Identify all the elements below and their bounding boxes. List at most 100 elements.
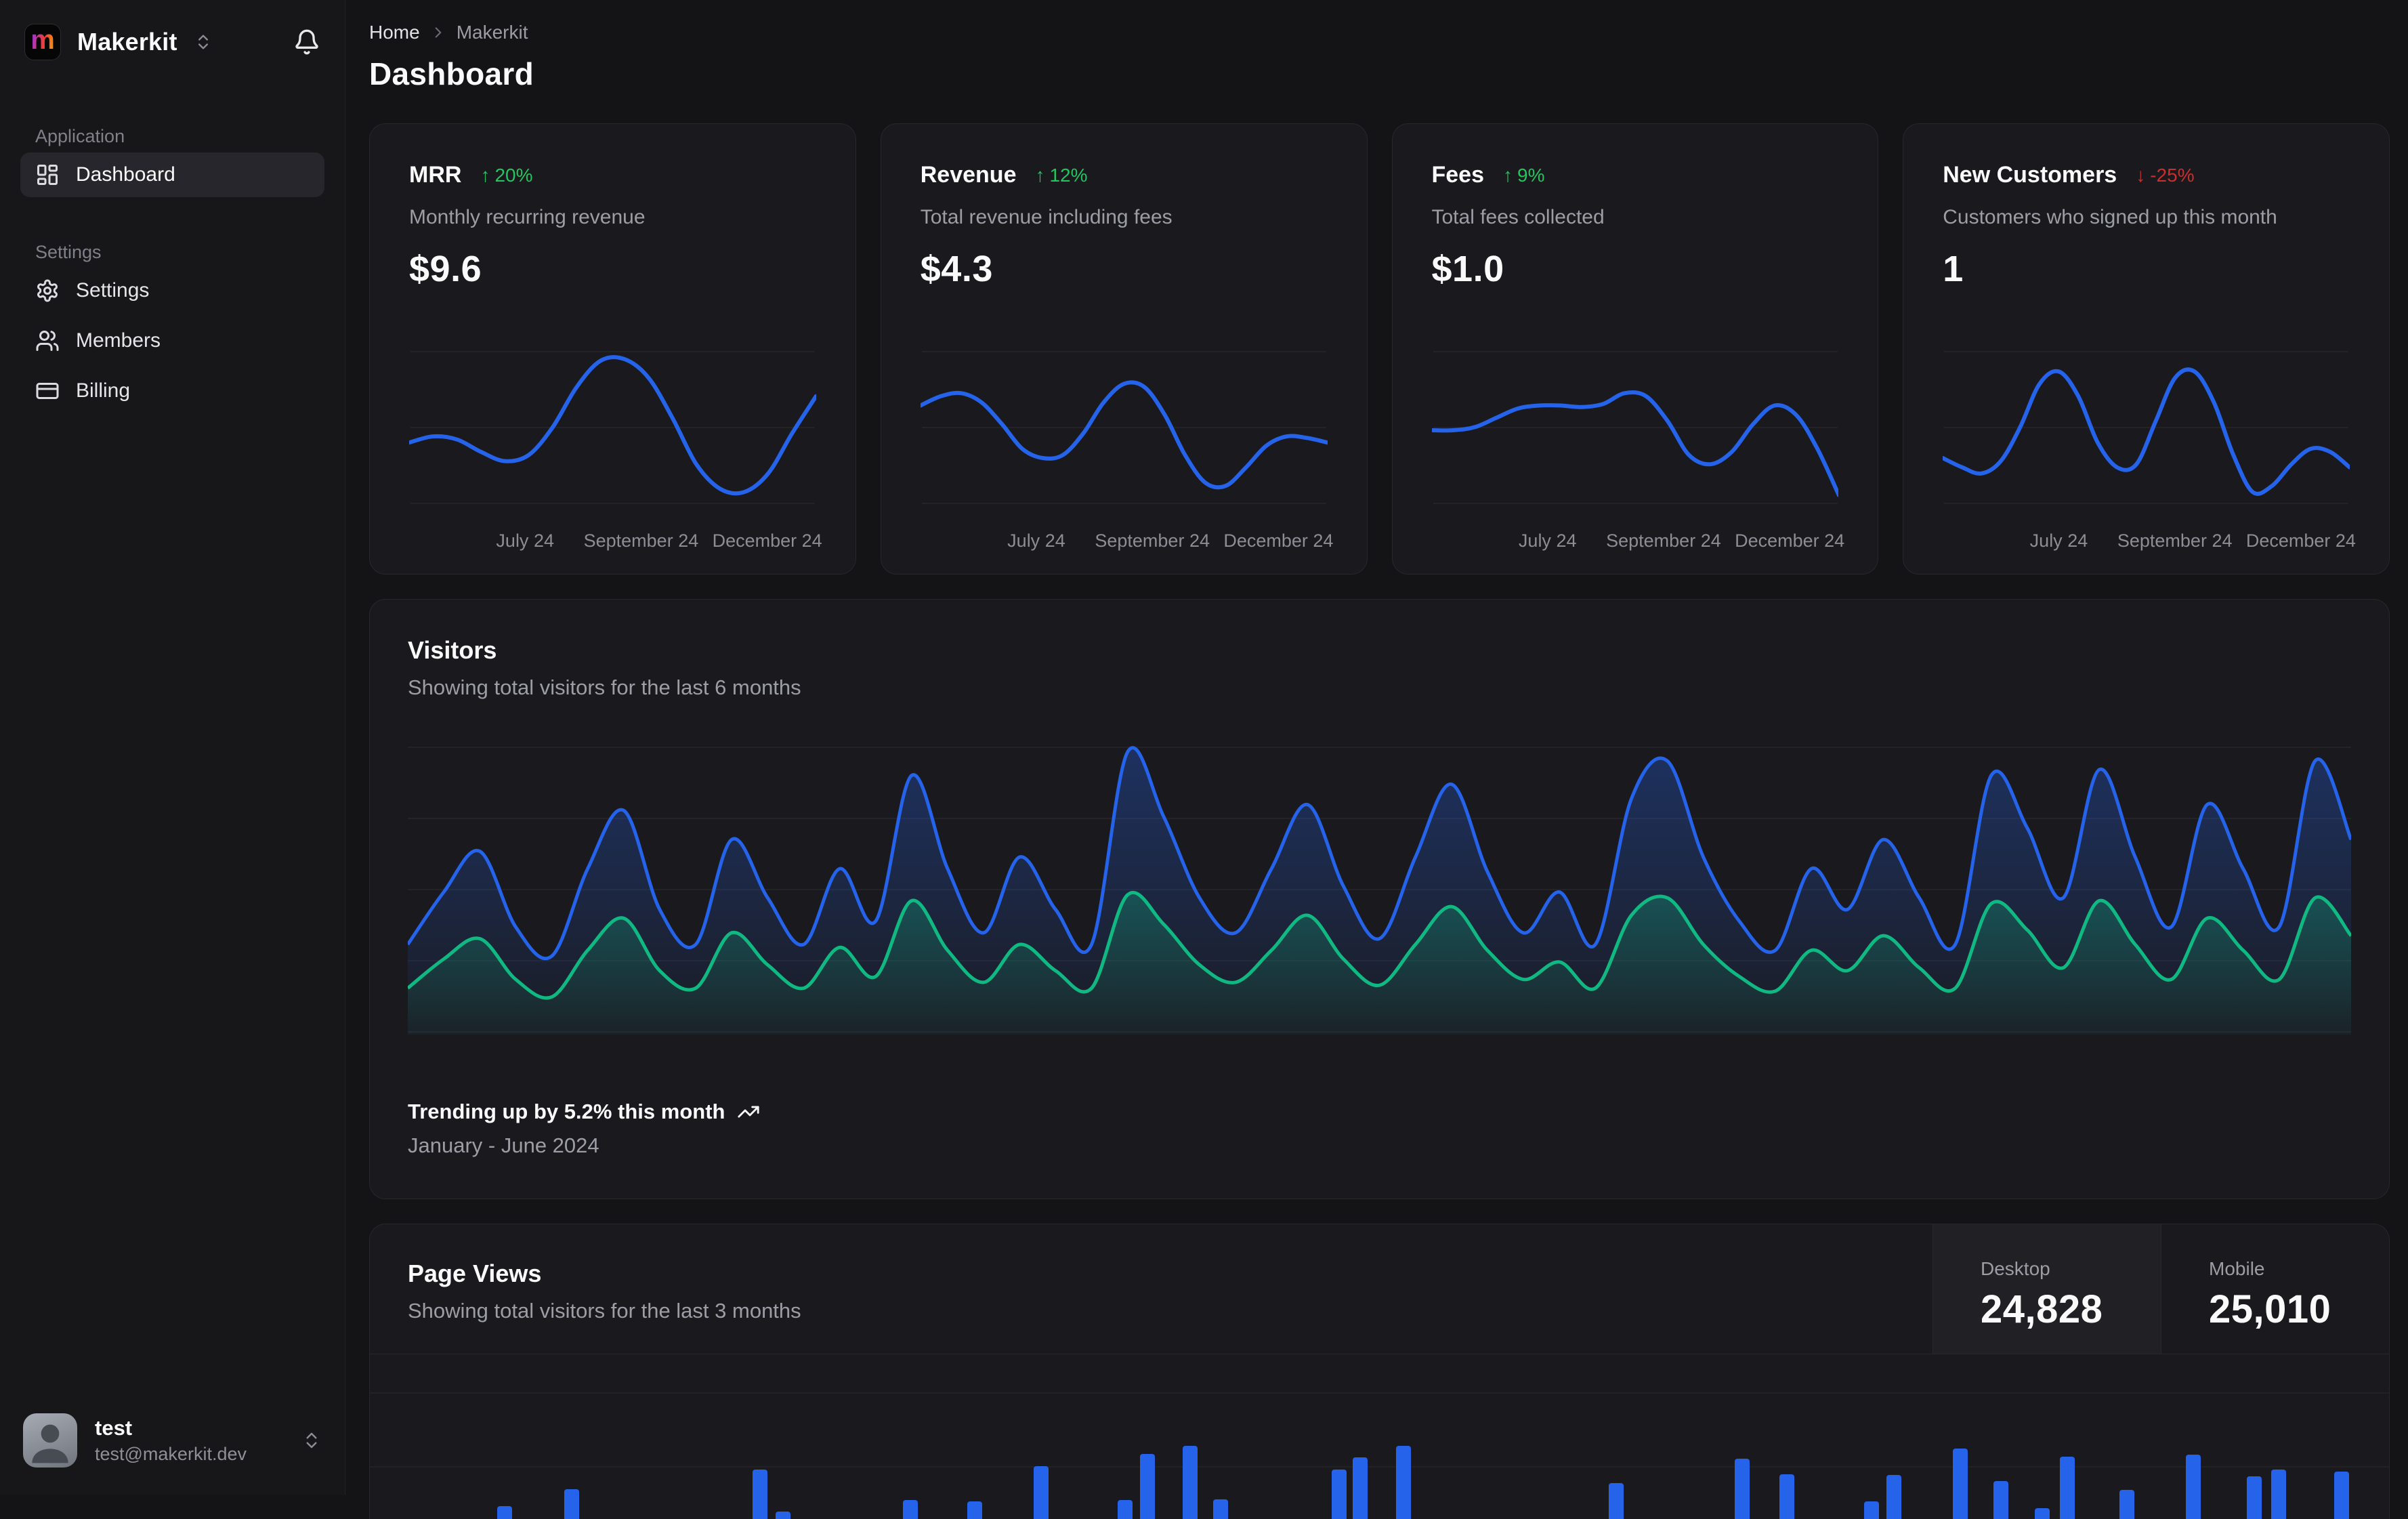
stat-card-description: Total revenue including fees — [921, 206, 1328, 229]
page-views-bar — [1140, 1454, 1155, 1519]
stat-card-change-value: 12% — [1049, 165, 1087, 186]
chevrons-up-down-icon — [301, 1430, 322, 1451]
toggle-label: Desktop — [1981, 1258, 2161, 1280]
sparkline-chart — [1432, 341, 1839, 520]
stat-card: Fees ↑ 9% Total fees collected $1.0 July… — [1392, 123, 1879, 575]
stat-card-value: 1 — [1943, 248, 2350, 290]
x-tick-label: July 24 — [1007, 530, 1065, 552]
toggle-mobile[interactable]: Mobile 25,010 — [2161, 1224, 2389, 1354]
x-tick-label: December 24 — [1223, 530, 1333, 552]
visitors-period: January - June 2024 — [408, 1133, 2351, 1158]
visitors-subtitle: Showing total visitors for the last 6 mo… — [408, 675, 2351, 700]
trend-arrow-icon: ↑ — [480, 165, 490, 186]
stat-card-value: $1.0 — [1432, 248, 1839, 290]
page-views-bar — [1353, 1457, 1368, 1519]
workspace-name: Makerkit — [77, 28, 177, 56]
stat-card-change-value: 20% — [494, 165, 532, 186]
sparkline-x-labels: July 24September 24December 24 — [1432, 525, 1839, 556]
x-tick-label: July 24 — [1519, 530, 1577, 552]
chevron-right-icon — [429, 24, 447, 41]
trend-arrow-icon: ↑ — [1035, 165, 1044, 186]
x-tick-label: July 24 — [496, 530, 554, 552]
visitors-title: Visitors — [408, 636, 2351, 665]
page-views-bar — [497, 1506, 512, 1519]
user-menu[interactable]: test test@makerkit.dev — [20, 1413, 324, 1468]
stat-card-change-value: 9% — [1517, 165, 1544, 186]
sidebar-item-label: Billing — [76, 379, 130, 402]
sidebar-nav: Application Dashboard Settings Settings Memb… — [20, 64, 324, 413]
x-tick-label: December 24 — [713, 530, 822, 552]
stat-card-change-badge: ↑ 20% — [480, 165, 532, 186]
page-views-bar — [1993, 1481, 2008, 1519]
x-tick-label: December 24 — [1735, 530, 1844, 552]
trend-arrow-icon: ↓ — [2136, 165, 2145, 186]
users-icon — [35, 329, 60, 353]
sidebar-item-settings[interactable]: Settings — [20, 268, 324, 313]
sidebar-section-label: Settings — [20, 242, 324, 263]
credit-card-icon — [35, 379, 60, 403]
stat-card-description: Customers who signed up this month — [1943, 206, 2350, 229]
page-views-bar — [1118, 1500, 1133, 1519]
page-views-bar — [1609, 1483, 1624, 1519]
stat-card-value: $9.6 — [409, 248, 816, 290]
page-views-bar — [776, 1512, 790, 1519]
sidebar-section-label: Application — [20, 126, 324, 147]
toggle-label: Mobile — [2209, 1258, 2389, 1280]
sidebar: m Makerkit Application Dashboard Settings S… — [0, 0, 345, 1495]
stat-card: New Customers ↓ -25% Customers who signe… — [1903, 123, 2390, 575]
page-views-bar — [2247, 1476, 2262, 1519]
sparkline-chart — [409, 341, 816, 520]
page-views-title: Page Views — [408, 1260, 1895, 1288]
page-views-bar — [1183, 1446, 1198, 1519]
sparkline-x-labels: July 24September 24December 24 — [1943, 525, 2350, 556]
stat-card-title: Fees — [1432, 162, 1485, 188]
trending-up-icon — [737, 1100, 760, 1123]
page-title: Dashboard — [369, 56, 2390, 92]
trend-arrow-icon: ↑ — [1503, 165, 1513, 186]
breadcrumb-current: Makerkit — [457, 22, 528, 43]
x-tick-label: September 24 — [584, 530, 699, 552]
page-views-bar — [2060, 1457, 2075, 1519]
gridline — [370, 1466, 2389, 1468]
stat-card-description: Monthly recurring revenue — [409, 206, 816, 229]
stat-card-change-value: -25% — [2150, 165, 2194, 186]
sidebar-item-label: Members — [76, 329, 161, 352]
stat-card-description: Total fees collected — [1432, 206, 1839, 229]
workspace-switcher[interactable]: m Makerkit — [20, 20, 324, 64]
stat-card: Revenue ↑ 12% Total revenue including fe… — [881, 123, 1368, 575]
visitors-svg — [408, 736, 2351, 1035]
sparkline-svg — [1943, 341, 2350, 520]
toggle-desktop[interactable]: Desktop 24,828 — [1932, 1224, 2161, 1354]
x-tick-label: September 24 — [2117, 530, 2233, 552]
page-views-bar — [1735, 1459, 1750, 1519]
page-views-card: Page Views Showing total visitors for th… — [369, 1224, 2390, 1519]
page-views-bar — [1034, 1466, 1049, 1519]
gear-icon — [35, 278, 60, 303]
stat-card-title: MRR — [409, 162, 461, 188]
page-views-bar — [1953, 1449, 1968, 1519]
stat-card-title: New Customers — [1943, 162, 2117, 188]
dashboard-icon — [35, 163, 60, 187]
sparkline-chart — [921, 341, 1328, 520]
gridline — [370, 1392, 2389, 1394]
breadcrumb-home-link[interactable]: Home — [369, 22, 420, 43]
page-views-bar — [1213, 1499, 1228, 1519]
main-content: Home Makerkit Dashboard MRR ↑ 20% Monthl… — [345, 0, 2408, 1495]
user-avatar — [23, 1413, 77, 1468]
sidebar-item-dashboard[interactable]: Dashboard — [20, 152, 324, 197]
notifications-bell-icon[interactable] — [293, 28, 320, 56]
toggle-value: 25,010 — [2209, 1287, 2389, 1332]
sidebar-item-members[interactable]: Members — [20, 318, 324, 363]
page-views-bar — [2334, 1472, 2349, 1519]
breadcrumb: Home Makerkit — [369, 22, 2390, 43]
user-email: test@makerkit.dev — [95, 1444, 247, 1465]
sidebar-item-label: Settings — [76, 279, 149, 302]
toggle-value: 24,828 — [1981, 1287, 2161, 1332]
page-views-bar — [2035, 1508, 2050, 1519]
sparkline-svg — [921, 341, 1328, 520]
sidebar-item-billing[interactable]: Billing — [20, 369, 324, 413]
page-views-bar — [1864, 1501, 1879, 1519]
sparkline-x-labels: July 24September 24December 24 — [409, 525, 816, 556]
stat-card-change-badge: ↑ 9% — [1503, 165, 1544, 186]
x-tick-label: September 24 — [1606, 530, 1721, 552]
